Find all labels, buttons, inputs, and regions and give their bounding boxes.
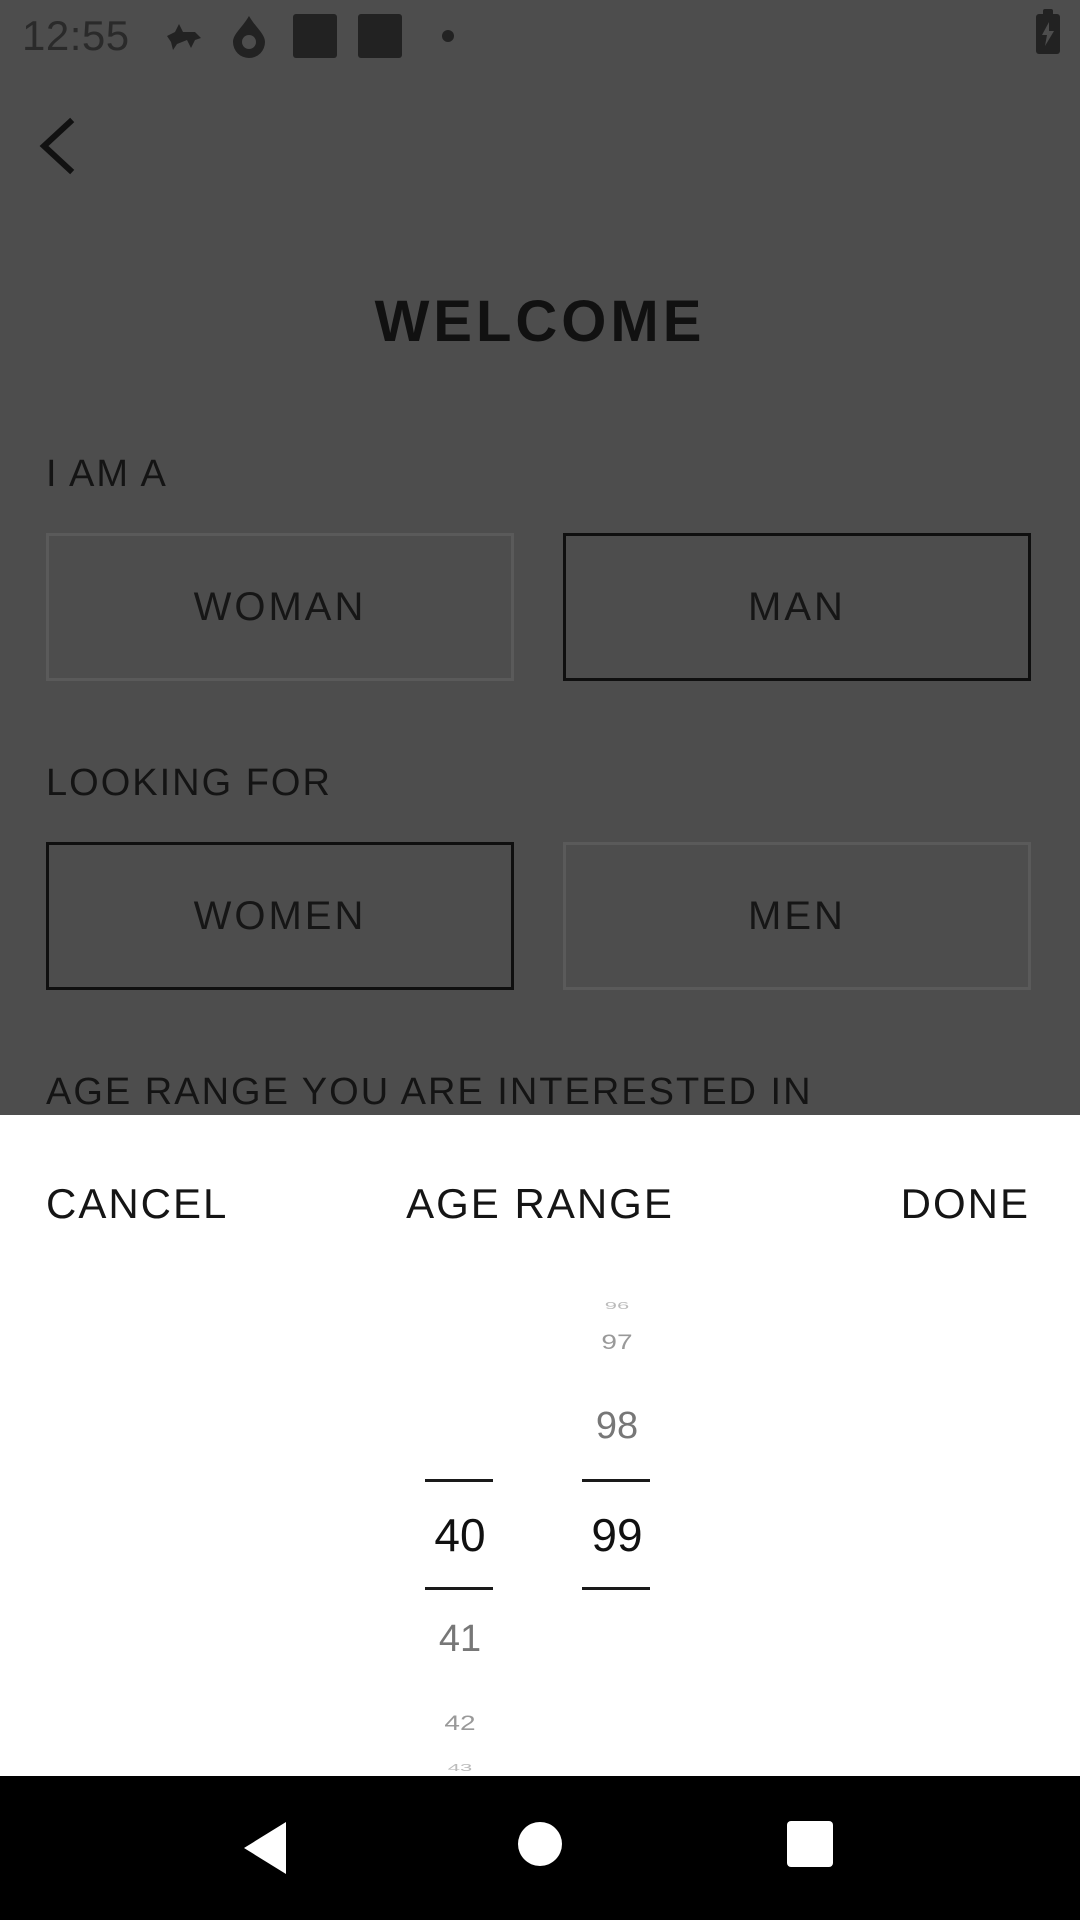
- status-time: 12:55: [22, 12, 130, 59]
- selection-line: [425, 1479, 493, 1482]
- wheel-item: 97: [601, 1330, 633, 1354]
- age-range-picker-sheet: CANCEL AGE RANGE DONE 40 41 42 43 96 97 …: [0, 1115, 1080, 1776]
- recents-square-icon[interactable]: [787, 1821, 833, 1867]
- chevron-left-icon[interactable]: [30, 116, 90, 176]
- back-triangle-icon[interactable]: [240, 1820, 290, 1876]
- wheel-item: 98: [595, 1405, 639, 1447]
- max-age-wheel[interactable]: 96 97 98 99: [557, 1115, 677, 1776]
- option-men[interactable]: MEN: [563, 842, 1031, 990]
- done-button[interactable]: DONE: [901, 1180, 1030, 1228]
- more-dot-icon: [442, 30, 454, 42]
- home-circle-icon[interactable]: [517, 1821, 563, 1867]
- selection-line: [582, 1479, 650, 1482]
- selection-line: [582, 1587, 650, 1590]
- option-label: MEN: [748, 893, 846, 938]
- wheel-item: 41: [438, 1618, 482, 1660]
- wheel-item: 42: [444, 1711, 476, 1735]
- selection-line: [425, 1587, 493, 1590]
- age-range-label: AGE RANGE YOU ARE INTERESTED IN: [46, 1071, 813, 1113]
- status-bar: 12:55: [0, 0, 1080, 72]
- square-app-icon: [293, 14, 337, 58]
- notification-app-icon: [167, 24, 201, 50]
- option-label: MAN: [748, 584, 846, 629]
- option-woman[interactable]: WOMAN: [46, 533, 514, 681]
- page-title: WELCOME: [374, 289, 706, 354]
- min-age-wheel[interactable]: 40 41 42 43: [400, 1115, 520, 1776]
- wheel-item: 96: [604, 1300, 630, 1312]
- water-drop-icon: [233, 16, 265, 58]
- looking-for-label: LOOKING FOR: [46, 762, 332, 804]
- iam-label: I AM A: [46, 453, 168, 495]
- option-label: WOMAN: [193, 584, 367, 629]
- option-man[interactable]: MAN: [563, 533, 1031, 681]
- option-label: WOMEN: [193, 893, 367, 938]
- wheel-item-selected: 40: [434, 1509, 486, 1561]
- wheel-item-selected: 99: [591, 1509, 643, 1561]
- square-app-icon: [358, 14, 402, 58]
- navigation-bar: [0, 1776, 1080, 1920]
- battery-charging-icon: [1036, 9, 1060, 54]
- wheel-item: 43: [447, 1762, 473, 1774]
- option-women[interactable]: WOMEN: [46, 842, 514, 990]
